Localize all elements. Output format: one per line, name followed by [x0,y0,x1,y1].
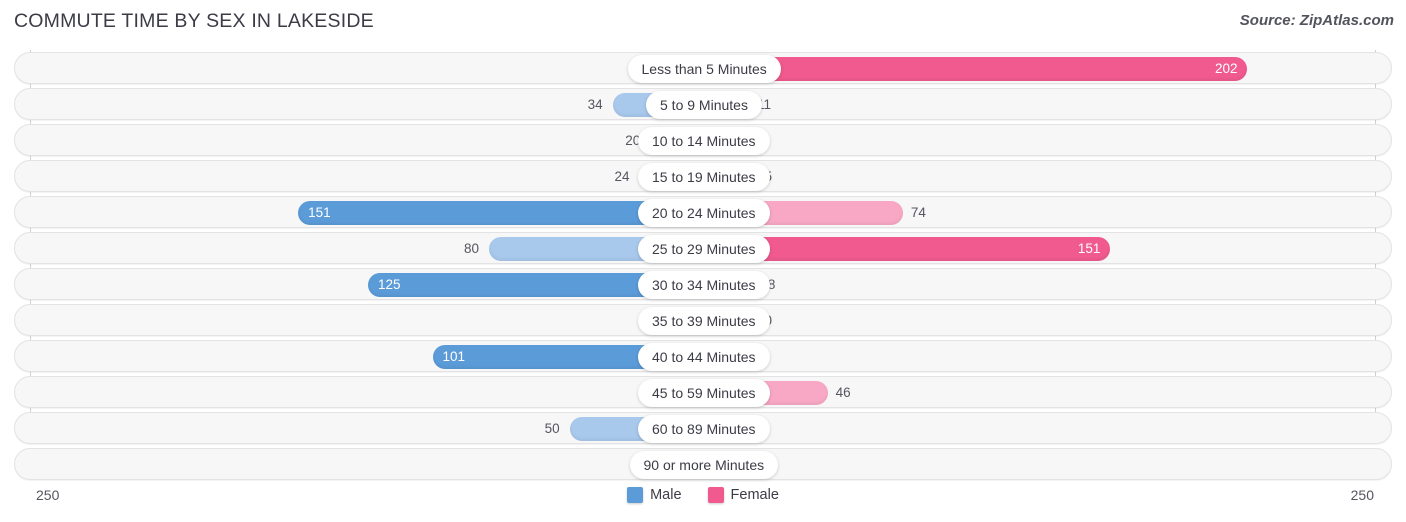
category-label-pill: 30 to 34 Minutes [638,271,770,299]
bar-value-male: 80 [463,241,479,256]
table-row: 01090 or more Minutes [14,448,1392,480]
chart-root: COMMUTE TIME BY SEX IN LAKESIDE Source: … [0,0,1406,522]
table-row: 151 74 20 to 24 Minutes [14,196,1392,228]
category-label: Less than 5 Minutes [641,61,767,77]
category-label: 10 to 14 Minutes [652,133,756,149]
legend: Male Female [0,487,1406,503]
source-attribution: Source: ZipAtlas.com [1239,12,1394,29]
category-label-pill: 15 to 19 Minutes [638,163,770,191]
category-label-pill: 20 to 24 Minutes [638,199,770,227]
category-label-pill: 25 to 29 Minutes [638,235,770,263]
category-label: 30 to 34 Minutes [652,277,756,293]
table-row: 0202Less than 5 Minutes [14,52,1392,84]
bar-value-male: 34 [587,97,603,112]
chart-footer: 250 250 Male Female [0,484,1406,522]
table-row: 1251830 to 34 Minutes [14,268,1392,300]
table-row: 01035 to 39 Minutes [14,304,1392,336]
category-label: 25 to 29 Minutes [652,241,756,257]
category-label-pill: 10 to 14 Minutes [638,127,770,155]
category-label: 40 to 44 Minutes [652,349,756,365]
category-label-pill: 40 to 44 Minutes [638,343,770,371]
category-label-pill: 60 to 89 Minutes [638,415,770,443]
bar-female[interactable] [704,57,1247,81]
category-label-pill: 90 or more Minutes [629,451,779,479]
category-label: 5 to 9 Minutes [660,97,748,113]
table-row: 04645 to 59 Minutes [14,376,1392,408]
legend-label-male: Male [650,487,682,503]
bar-value-male: 50 [544,421,560,436]
table-row: 34 11 5 to 9 Minutes [14,88,1392,120]
bar-value-male: 151 [308,205,331,220]
category-label: 60 to 89 Minutes [652,421,756,437]
category-label: 90 or more Minutes [643,457,765,473]
legend-swatch-female-icon [707,487,724,503]
category-label: 45 to 59 Minutes [652,385,756,401]
table-row: 80 151 25 to 29 Minutes [14,232,1392,264]
page-title: COMMUTE TIME BY SEX IN LAKESIDE [14,10,374,32]
bar-value-female: 46 [835,385,851,400]
category-label-pill: Less than 5 Minutes [627,55,781,83]
legend-item-male[interactable]: Male [627,487,682,503]
bar-value-female: 202 [1214,61,1238,76]
category-label: 20 to 24 Minutes [652,205,756,221]
category-label: 15 to 19 Minutes [652,169,756,185]
table-row: 50060 to 89 Minutes [14,412,1392,444]
bar-value-male: 101 [442,349,466,364]
legend-label-female: Female [730,487,779,503]
table-row: 101040 to 44 Minutes [14,340,1392,372]
bar-value-female: 74 [910,205,926,220]
bar-value-male: 24 [614,169,630,184]
table-row: 20010 to 14 Minutes [14,124,1392,156]
bar-value-male: 125 [378,277,401,292]
category-label-pill: 5 to 9 Minutes [646,91,762,119]
bar-value-female: 151 [1077,241,1101,256]
plot-area: 0202Less than 5 Minutes34115 to 9 Minute… [0,50,1406,484]
legend-item-female[interactable]: Female [707,487,779,503]
table-row: 241515 to 19 Minutes [14,160,1392,192]
category-label-pill: 45 to 59 Minutes [638,379,770,407]
legend-swatch-male-icon [627,487,644,503]
category-label-pill: 35 to 39 Minutes [638,307,770,335]
category-label: 35 to 39 Minutes [652,313,756,329]
